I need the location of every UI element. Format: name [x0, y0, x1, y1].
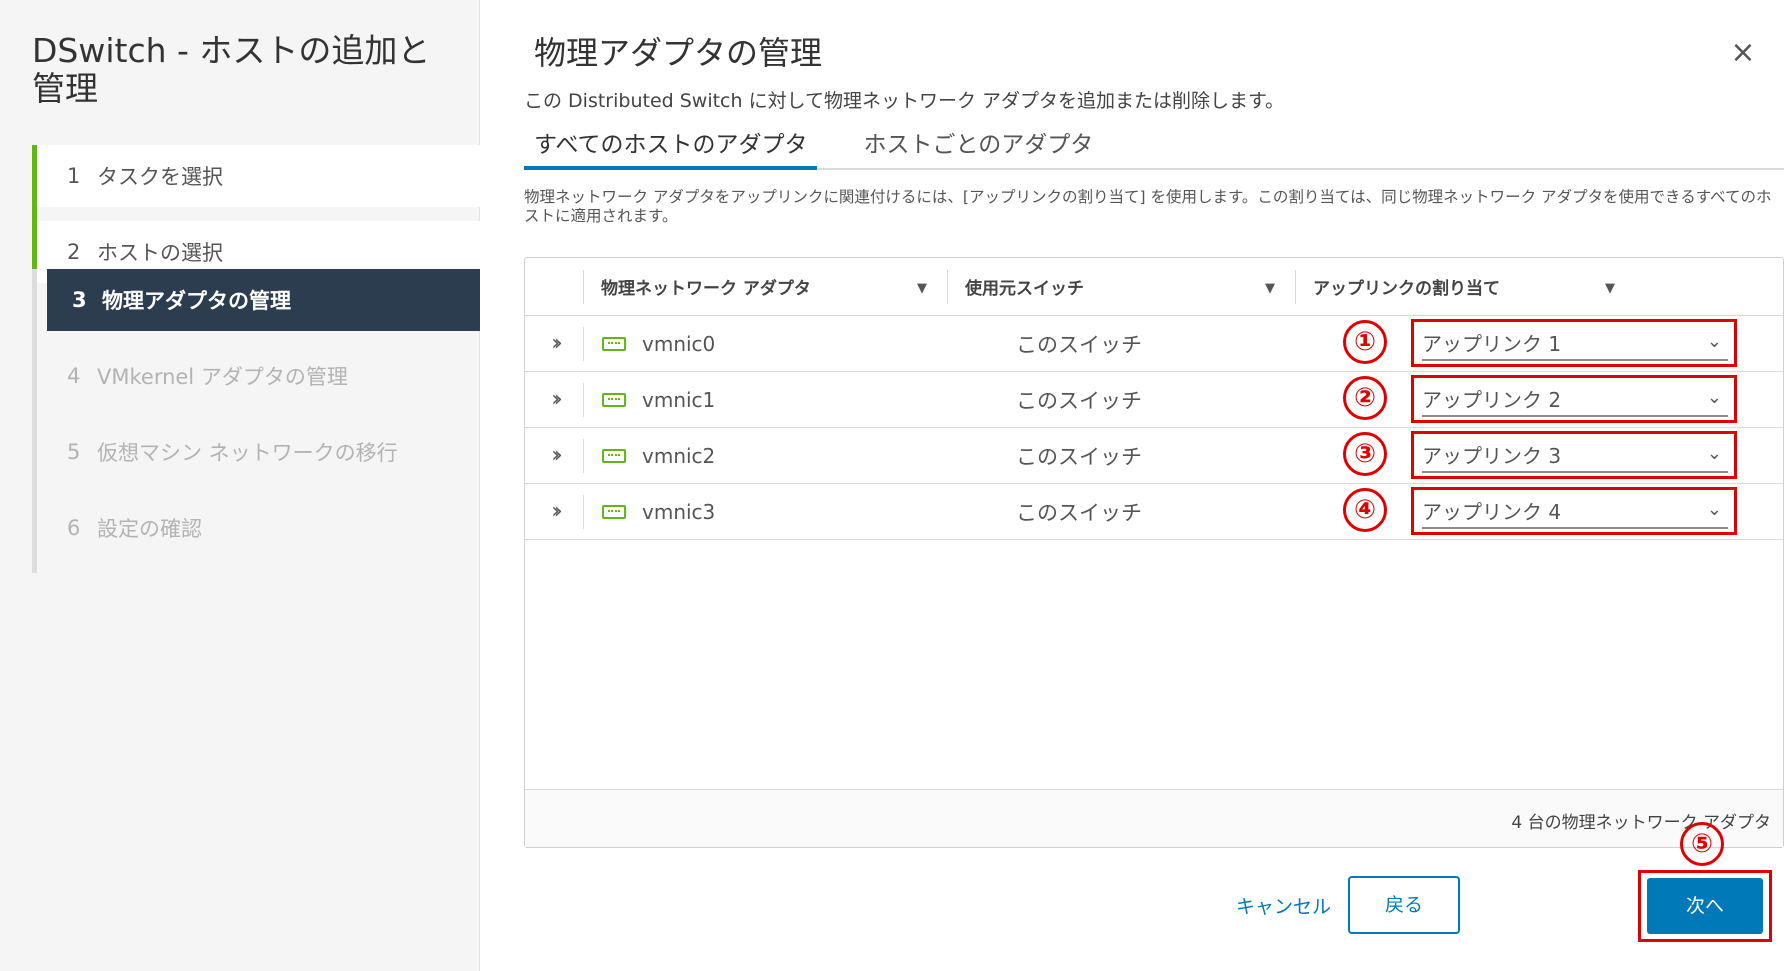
- adapter-name: vmnic2: [642, 443, 716, 468]
- filter-icon[interactable]: ▼: [1605, 281, 1615, 296]
- step-number: 6: [67, 516, 81, 540]
- adapter-grid: 物理ネットワーク アダプタ ▼ 使用元スイッチ ▼ アップリンクの割り当て ▼ …: [524, 257, 1784, 848]
- step-label: 物理アダプタの管理: [102, 289, 291, 313]
- network-adapter-icon: [602, 504, 626, 519]
- annotation-marker: ⑤: [1680, 822, 1724, 866]
- uplink-select[interactable]: アップリンク 1 ⌄: [1422, 325, 1728, 361]
- chevron-down-icon: ⌄: [1706, 443, 1722, 464]
- network-adapter-icon: [602, 336, 626, 351]
- uplink-select[interactable]: アップリンク 4 ⌄: [1422, 493, 1728, 529]
- column-physical-adapter[interactable]: 物理ネットワーク アダプタ ▼: [583, 258, 947, 315]
- annotation-marker: ③: [1343, 432, 1387, 476]
- table-row: ›› vmnic1 このスイッチ ② アップリンク 2 ⌄: [525, 372, 1783, 428]
- instructions-text: 物理ネットワーク アダプタをアップリンクに関連付けるには、[アップリンクの割り当…: [524, 188, 1772, 225]
- adapter-tabs: すべてのホストのアダプタ ホストごとのアダプタ: [524, 128, 1784, 170]
- annotation-marker: ①: [1343, 320, 1387, 364]
- step-label: 仮想マシン ネットワークの移行: [97, 441, 398, 465]
- chevron-down-icon: ⌄: [1706, 331, 1722, 352]
- step-number: 4: [67, 364, 81, 388]
- wizard-main: 物理アダプタの管理 × この Distributed Switch に対して物理…: [480, 0, 1784, 971]
- step-label: 設定の確認: [97, 517, 202, 541]
- step-ready-to-complete: 6 設定の確認: [37, 497, 480, 559]
- double-chevron-right-icon[interactable]: ››: [525, 387, 583, 412]
- tab-per-host-adapters[interactable]: ホストごとのアダプタ: [853, 128, 1103, 170]
- network-adapter-icon: [602, 448, 626, 463]
- wizard-sidebar: DSwitch - ホストの追加と管理 1 タスクを選択 2 ホストの選択 3 物理ア…: [0, 0, 480, 971]
- annotation-highlight: アップリンク 3 ⌄: [1411, 431, 1737, 479]
- expander-header: [525, 258, 583, 315]
- adapter-cell: vmnic1: [584, 388, 998, 412]
- step-migrate-vm-networking: 5 仮想マシン ネットワークの移行: [37, 421, 480, 483]
- switch-cell: このスイッチ: [1016, 332, 1142, 357]
- adapter-cell: vmnic2: [584, 444, 998, 468]
- uplink-value: アップリンク 1: [1422, 331, 1562, 356]
- page-subtitle: この Distributed Switch に対して物理ネットワーク アダプタを…: [524, 90, 1285, 112]
- next-button[interactable]: 次へ: [1647, 878, 1763, 934]
- step-label: タスクを選択: [97, 165, 223, 189]
- annotation-highlight: アップリンク 4 ⌄: [1411, 487, 1737, 535]
- adapter-name: vmnic3: [642, 499, 716, 524]
- close-icon[interactable]: ×: [1726, 36, 1760, 70]
- grid-header: 物理ネットワーク アダプタ ▼ 使用元スイッチ ▼ アップリンクの割り当て ▼: [525, 258, 1783, 316]
- uplink-value: アップリンク 2: [1422, 387, 1562, 412]
- adapter-cell: vmnic3: [584, 500, 998, 524]
- adapter-name: vmnic0: [642, 331, 716, 356]
- double-chevron-right-icon[interactable]: ››: [525, 331, 583, 356]
- step-number: 1: [67, 164, 81, 188]
- uplink-value: アップリンク 3: [1422, 443, 1562, 468]
- uplink-select[interactable]: アップリンク 3 ⌄: [1422, 437, 1728, 473]
- tab-all-hosts-adapters[interactable]: すべてのホストのアダプタ: [524, 128, 818, 170]
- annotation-highlight: アップリンク 2 ⌄: [1411, 375, 1737, 423]
- step-label: VMkernel アダプタの管理: [97, 365, 348, 389]
- step-manage-physical-adapters[interactable]: 3 物理アダプタの管理: [47, 269, 480, 331]
- cancel-button[interactable]: キャンセル: [1236, 892, 1331, 919]
- chevron-down-icon: ⌄: [1706, 387, 1722, 408]
- page-title: 物理アダプタの管理: [534, 34, 823, 72]
- step-label: ホストの選択: [97, 241, 223, 265]
- annotation-marker: ④: [1343, 488, 1387, 532]
- uplink-select[interactable]: アップリンク 2 ⌄: [1422, 381, 1728, 417]
- column-used-by-switch[interactable]: 使用元スイッチ ▼: [947, 258, 1295, 315]
- adapter-name: vmnic1: [642, 387, 716, 412]
- annotation-highlight: 次へ: [1638, 870, 1772, 942]
- switch-cell: このスイッチ: [1016, 388, 1142, 413]
- step-manage-vmkernel-adapters: 4 VMkernel アダプタの管理: [37, 345, 480, 407]
- step-select-task[interactable]: 1 タスクを選択: [37, 145, 480, 207]
- uplink-value: アップリンク 4: [1422, 499, 1562, 524]
- adapter-cell: vmnic0: [584, 332, 998, 356]
- double-chevron-right-icon[interactable]: ››: [525, 499, 583, 524]
- column-uplink-assignment[interactable]: アップリンクの割り当て ▼: [1295, 258, 1783, 315]
- grid-footer: 4 台の物理ネットワーク アダプタ: [525, 789, 1783, 847]
- back-button[interactable]: 戻る: [1348, 876, 1460, 934]
- step-number: 2: [67, 240, 81, 264]
- annotation-marker: ②: [1343, 376, 1387, 420]
- step-number: 3: [72, 288, 87, 312]
- network-adapter-icon: [602, 392, 626, 407]
- table-row: ›› vmnic3 このスイッチ ④ アップリンク 4 ⌄: [525, 484, 1783, 540]
- double-chevron-right-icon[interactable]: ››: [525, 443, 583, 468]
- column-label: 使用元スイッチ: [965, 279, 1084, 299]
- table-row: ›› vmnic2 このスイッチ ③ アップリンク 3 ⌄: [525, 428, 1783, 484]
- annotation-highlight: アップリンク 1 ⌄: [1411, 319, 1737, 367]
- step-number: 5: [67, 440, 81, 464]
- column-label: アップリンクの割り当て: [1313, 279, 1500, 299]
- filter-icon[interactable]: ▼: [1265, 281, 1275, 296]
- wizard-title: DSwitch - ホストの追加と管理: [32, 31, 431, 108]
- remaining-steps: 3 物理アダプタの管理 4 VMkernel アダプタの管理 5 仮想マシン ネットワ…: [32, 269, 480, 573]
- switch-cell: このスイッチ: [1016, 500, 1142, 525]
- adapter-count: 4 台の物理ネットワーク アダプタ: [1511, 813, 1771, 833]
- column-label: 物理ネットワーク アダプタ: [601, 279, 811, 299]
- switch-cell: このスイッチ: [1016, 444, 1142, 469]
- filter-icon[interactable]: ▼: [917, 281, 927, 296]
- chevron-down-icon: ⌄: [1706, 499, 1722, 520]
- table-row: ›› vmnic0 このスイッチ ① アップリンク 1 ⌄: [525, 316, 1783, 372]
